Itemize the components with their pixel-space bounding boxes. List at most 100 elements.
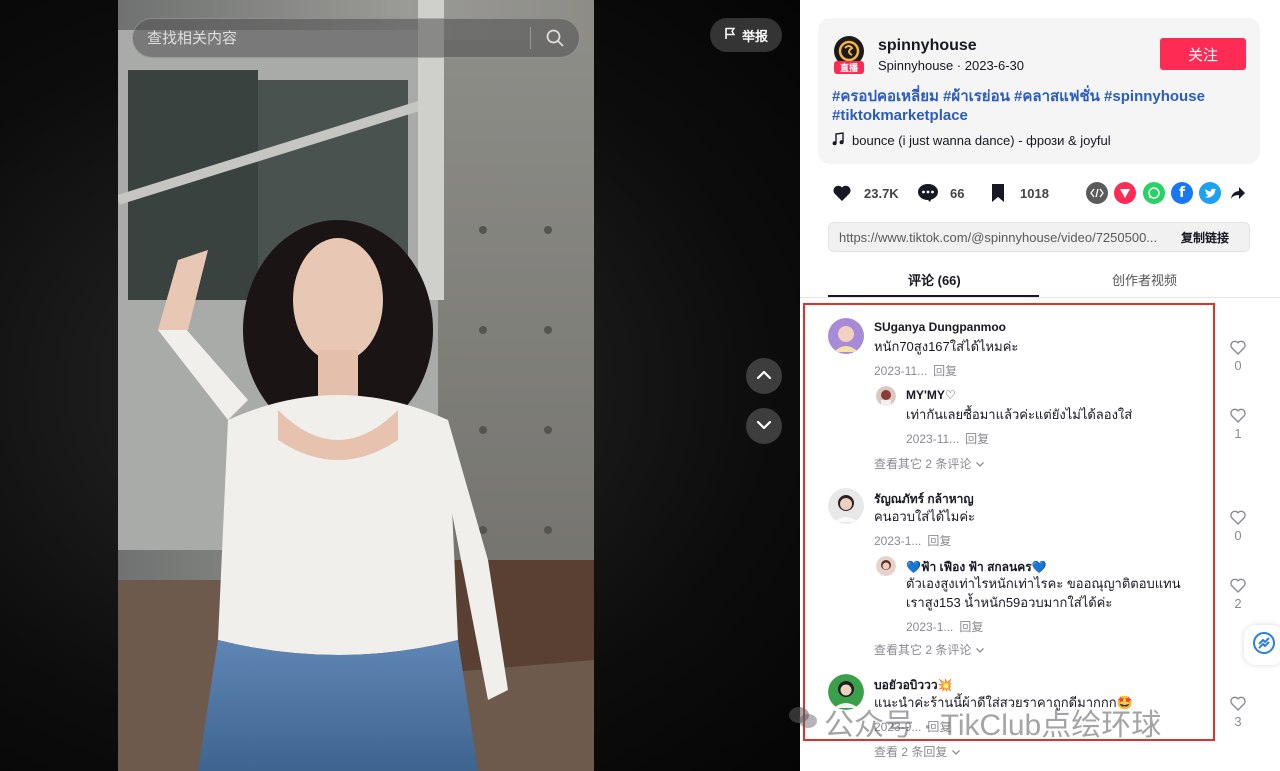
reply-button[interactable]: 回复 <box>959 620 983 634</box>
author-meta: Spinnyhouse · 2023-6-30 <box>878 58 1024 73</box>
follow-button[interactable]: 关注 <box>1160 38 1246 70</box>
send-icon[interactable] <box>1114 182 1136 204</box>
reply-button[interactable]: 回复 <box>927 534 951 548</box>
comment-meta: 2023-1... 回复 <box>874 532 951 549</box>
report-button[interactable]: 举报 <box>710 18 783 52</box>
flag-icon <box>724 27 736 43</box>
comment-like-count: 3 <box>1234 714 1242 729</box>
avatar[interactable] <box>876 386 896 406</box>
reply-time: 2023-1... <box>906 620 954 634</box>
heart-icon <box>830 181 854 205</box>
avatar[interactable] <box>828 318 864 354</box>
reply-button[interactable]: 回复 <box>965 432 989 446</box>
meta-separator: · <box>956 58 965 73</box>
hashtags[interactable]: #ครอปคอเหลี่ยม #ผ้าเรย่อน #คลาสแฟชั่น #s… <box>832 87 1242 125</box>
comment-time: 2023-11... <box>874 364 928 378</box>
avatar[interactable] <box>876 556 896 576</box>
chevron-down-icon <box>975 643 985 657</box>
comment-text: หนัก70สูง167ใส่ได้ไหมค่ะ <box>874 339 1019 354</box>
chevron-up-icon <box>756 367 772 385</box>
reply-text-line-1: ตัวเองสูงเท่าไรหนักเท่าไรคะ ขออณุญาติตอบ… <box>906 576 1181 591</box>
comment-like-count: 0 <box>1234 528 1242 543</box>
reply-meta: 2023-1... 回复 <box>906 618 983 635</box>
search-icon[interactable] <box>531 18 579 58</box>
view-more-label: 查看其它 2 条评论 <box>874 457 972 471</box>
reply-like-button[interactable]: 2 <box>1228 578 1248 611</box>
whatsapp-icon[interactable] <box>1143 182 1165 204</box>
reply-meta: 2023-11... 回复 <box>906 430 989 447</box>
comment-text: คนอวบใส่ได้ไมค่ะ <box>874 509 975 524</box>
save-count: 1018 <box>1020 185 1049 201</box>
comment-count: 66 <box>950 185 965 201</box>
heart-outline-icon <box>1230 696 1246 714</box>
previous-video-button[interactable] <box>746 358 782 394</box>
reply-button[interactable]: 回复 <box>933 364 957 378</box>
live-badge: 直播 <box>839 63 858 73</box>
comment-like-button[interactable]: 0 <box>1228 340 1248 373</box>
embed-icon[interactable] <box>1086 182 1108 204</box>
music-title: bounce (i just wanna dance) - фрози & jo… <box>852 133 1111 148</box>
reply-button[interactable]: 回复 <box>927 720 951 734</box>
music-note-icon <box>832 132 844 149</box>
copy-link-button[interactable]: 复制链接 <box>1181 229 1229 246</box>
view-replies[interactable]: 查看 2 条回复 <box>874 743 961 760</box>
chevron-down-icon <box>951 745 961 759</box>
next-video-button[interactable] <box>746 408 782 444</box>
comment-list: SUganya Dungpanmoo หนัก70สูง167ใส่ได้ไหม… <box>800 298 1280 771</box>
translate-icon <box>1252 631 1276 660</box>
panel-tabs: 评论 (66) 创作者视频 <box>800 262 1280 298</box>
chevron-down-icon <box>756 417 772 435</box>
comment-like-button[interactable]: 0 <box>1228 510 1248 543</box>
comment-like-count: 0 <box>1234 358 1242 373</box>
action-bar: 23.7K 66 1018 f <box>830 178 1250 208</box>
avatar[interactable] <box>828 674 864 710</box>
video-frame <box>118 0 594 771</box>
floating-helper-button[interactable] <box>1244 625 1280 665</box>
search-input[interactable] <box>147 29 530 47</box>
save-button[interactable]: 1018 <box>986 178 1049 208</box>
video-link-box: https://www.tiktok.com/@spinnyhouse/vide… <box>828 222 1250 252</box>
tab-comments[interactable]: 评论 (66) <box>908 270 961 289</box>
tab-creator-videos[interactable]: 创作者视频 <box>1112 270 1177 289</box>
video-url[interactable]: https://www.tiktok.com/@spinnyhouse/vide… <box>839 230 1171 245</box>
comment-text: แนะนำค่ะร้านนี้ผ้าดีใส่สวยราคาถูกดีมากกก… <box>874 695 1133 710</box>
chevron-down-icon <box>975 457 985 471</box>
comment-icon <box>916 181 940 205</box>
heart-outline-icon <box>1230 578 1246 596</box>
search-bar[interactable] <box>132 18 580 58</box>
comment-meta: 2023-11... 回复 <box>874 362 957 379</box>
comment-like-button[interactable]: 3 <box>1228 696 1248 729</box>
comment-time: 2023-1... <box>874 534 922 548</box>
heart-outline-icon <box>1230 408 1246 426</box>
comment-author[interactable]: SUganya Dungpanmoo <box>874 320 1006 334</box>
like-count: 23.7K <box>864 185 899 201</box>
post-date: 2023-6-30 <box>964 58 1025 73</box>
reply-like-button[interactable]: 1 <box>1228 408 1248 441</box>
comment-time: 2023-9... <box>874 720 922 734</box>
active-tab-indicator <box>828 295 1039 297</box>
comment-meta: 2023-9... 回复 <box>874 718 951 735</box>
view-more-label: 查看其它 2 条评论 <box>874 643 972 657</box>
author-username[interactable]: spinnyhouse <box>878 37 977 55</box>
view-replies-label: 查看 2 条回复 <box>874 745 948 759</box>
like-button[interactable]: 23.7K <box>830 178 899 208</box>
reply-author[interactable]: MY'MY♡ <box>906 388 956 402</box>
detail-panel: 直播 spinnyhouse Spinnyhouse · 2023-6-30 关… <box>800 0 1280 771</box>
bookmark-icon <box>986 181 1010 205</box>
video-stage: 举报 <box>0 0 800 771</box>
view-more-replies[interactable]: 查看其它 2 条评论 <box>874 455 985 472</box>
view-more-replies[interactable]: 查看其它 2 条评论 <box>874 641 985 658</box>
twitter-icon[interactable] <box>1199 182 1221 204</box>
video-player[interactable] <box>118 0 594 771</box>
avatar[interactable] <box>828 488 864 524</box>
comment-button[interactable]: 66 <box>916 178 964 208</box>
heart-outline-icon <box>1230 510 1246 528</box>
reply-time: 2023-11... <box>906 432 960 446</box>
reply-like-count: 2 <box>1234 596 1242 611</box>
forward-icon[interactable] <box>1227 182 1249 204</box>
facebook-icon[interactable]: f <box>1171 182 1193 204</box>
report-label: 举报 <box>742 28 769 44</box>
music-info[interactable]: bounce (i just wanna dance) - фрози & jo… <box>832 132 1111 149</box>
reply-like-count: 1 <box>1234 426 1242 441</box>
author-avatar[interactable]: 直播 <box>832 36 866 74</box>
